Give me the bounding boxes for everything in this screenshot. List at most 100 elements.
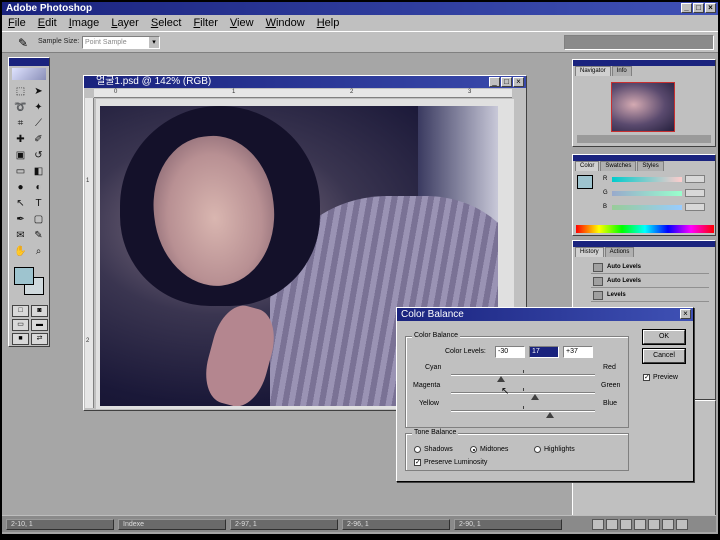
green-slider[interactable] xyxy=(612,190,682,196)
magenta-green-track[interactable] xyxy=(451,392,595,394)
tab-swatches[interactable]: Swatches xyxy=(600,161,637,171)
maximize-button[interactable]: □ xyxy=(693,3,704,13)
move-tool-icon[interactable]: ➤ xyxy=(30,84,47,99)
menu-view[interactable]: View xyxy=(230,17,254,29)
foreground-color-swatch[interactable] xyxy=(14,267,34,285)
menu-file[interactable]: File xyxy=(8,17,26,29)
path-select-icon[interactable]: ↖ xyxy=(12,196,29,211)
history-brush-icon[interactable]: ↺ xyxy=(30,148,47,163)
green-value-field[interactable] xyxy=(685,189,705,197)
cancel-button[interactable]: Cancel xyxy=(643,349,685,363)
cyan-red-track[interactable] xyxy=(451,374,595,376)
taskbar-item[interactable]: Indexe xyxy=(118,519,226,530)
yellow-blue-level-input[interactable]: +37 xyxy=(563,346,593,358)
color-panel-swatch[interactable] xyxy=(577,175,593,189)
gradient-tool-icon[interactable]: ◧ xyxy=(30,164,47,179)
tab-actions[interactable]: Actions xyxy=(604,247,635,257)
stamp-tool-icon[interactable]: ▣ xyxy=(12,148,29,163)
history-item[interactable]: Levels xyxy=(591,289,709,302)
marquee-tool-icon[interactable]: ⬚ xyxy=(12,84,29,99)
cyan-red-slider[interactable] xyxy=(497,376,506,382)
yellow-blue-track[interactable] xyxy=(451,410,595,412)
menu-filter[interactable]: Filter xyxy=(193,17,217,29)
close-icon[interactable]: × xyxy=(680,309,691,319)
zoom-tool-icon[interactable]: ⌕ xyxy=(30,244,47,259)
tab-styles[interactable]: Styles xyxy=(637,161,664,171)
menu-select[interactable]: Select xyxy=(151,17,182,29)
blue-value-field[interactable] xyxy=(685,203,705,211)
magic-wand-icon[interactable]: ✦ xyxy=(30,100,47,115)
dodge-tool-icon[interactable]: ◐ xyxy=(30,180,47,195)
menu-window[interactable]: Window xyxy=(266,17,305,29)
navigator-thumbnail[interactable] xyxy=(611,82,675,132)
blue-slider[interactable] xyxy=(612,204,682,210)
tray-icon[interactable] xyxy=(648,519,660,530)
magenta-green-slider[interactable] xyxy=(531,394,540,400)
healing-brush-icon[interactable]: ✚ xyxy=(12,132,29,147)
eyedropper-tool-icon[interactable]: ✎ xyxy=(30,228,47,243)
menu-layer[interactable]: Layer xyxy=(111,17,139,29)
document-title-bar[interactable]: 얼굴1.psd @ 142% (RGB) _ □ × xyxy=(84,76,526,88)
tray-icon[interactable] xyxy=(620,519,632,530)
ok-button[interactable]: OK xyxy=(643,330,685,344)
menu-edit[interactable]: Edit xyxy=(38,17,57,29)
tab-color[interactable]: Color xyxy=(575,161,600,171)
quickmask-mode-icon[interactable]: ◙ xyxy=(31,305,48,317)
type-tool-icon[interactable]: T xyxy=(30,196,47,211)
eraser-tool-icon[interactable]: ▭ xyxy=(12,164,29,179)
minimize-button[interactable]: _ xyxy=(681,3,692,13)
blur-tool-icon[interactable]: ● xyxy=(12,180,29,195)
tab-history[interactable]: History xyxy=(575,247,604,257)
screen-mode-2-icon[interactable]: ▬ xyxy=(31,319,48,331)
tray-icon[interactable] xyxy=(634,519,646,530)
highlights-radio[interactable]: Highlights xyxy=(534,446,575,453)
notes-tool-icon[interactable]: ✉ xyxy=(12,228,29,243)
navigator-zoom-slider[interactable] xyxy=(577,135,711,143)
standard-mode-icon[interactable]: □ xyxy=(12,305,29,317)
color-spectrum[interactable] xyxy=(576,225,714,233)
pen-tool-icon[interactable]: ✒ xyxy=(12,212,29,227)
yellow-blue-slider[interactable] xyxy=(545,412,554,418)
menu-help[interactable]: Help xyxy=(317,17,340,29)
toolbox-title-bar[interactable] xyxy=(9,58,49,66)
preview-checkbox[interactable]: ✓ Preview xyxy=(643,374,678,381)
tray-icon[interactable] xyxy=(662,519,674,530)
magenta-green-level-input[interactable]: 17 xyxy=(529,346,559,358)
ruler-label: 1 xyxy=(232,89,236,95)
slice-tool-icon[interactable]: ⟋ xyxy=(30,116,47,131)
tab-info[interactable]: Info xyxy=(611,66,632,76)
doc-maximize-button[interactable]: □ xyxy=(501,77,512,87)
tray-icon[interactable] xyxy=(606,519,618,530)
taskbar-item[interactable]: 2-97, 1 xyxy=(230,519,338,530)
midtones-radio[interactable]: Midtones xyxy=(470,446,508,453)
tray-icon[interactable] xyxy=(592,519,604,530)
red-slider[interactable] xyxy=(612,176,682,182)
screen-mode-3-icon[interactable]: ■ xyxy=(12,333,29,345)
taskbar-item[interactable]: 2-10, 1 xyxy=(6,519,114,530)
crop-tool-icon[interactable]: ⌗ xyxy=(12,116,29,131)
preserve-luminosity-checkbox[interactable]: ✓ Preserve Luminosity xyxy=(414,459,487,466)
history-item[interactable]: Auto Levels xyxy=(591,275,709,288)
taskbar-item[interactable]: 2-90, 1 xyxy=(454,519,562,530)
screen-mode-1-icon[interactable]: ▭ xyxy=(12,319,29,331)
dialog-title-bar[interactable]: Color Balance × xyxy=(397,308,693,321)
tray-icon[interactable] xyxy=(676,519,688,530)
eyedropper-icon[interactable]: ✎ xyxy=(16,36,30,50)
taskbar-item[interactable]: 2-96, 1 xyxy=(342,519,450,530)
lasso-tool-icon[interactable]: ➰ xyxy=(12,100,29,115)
tab-navigator[interactable]: Navigator xyxy=(575,66,611,76)
brush-tool-icon[interactable]: ✐ xyxy=(30,132,47,147)
menu-image[interactable]: Image xyxy=(69,17,100,29)
hand-tool-icon[interactable]: ✋ xyxy=(12,244,29,259)
red-value-field[interactable] xyxy=(685,175,705,183)
doc-close-button[interactable]: × xyxy=(513,77,524,87)
shadows-radio[interactable]: Shadows xyxy=(414,446,453,453)
sample-size-select[interactable]: Point Sample ▾ xyxy=(82,36,160,49)
cyan-red-level-input[interactable]: -30 xyxy=(495,346,525,358)
imageready-icon[interactable]: ⇄ xyxy=(31,333,48,345)
shape-tool-icon[interactable]: ▢ xyxy=(30,212,47,227)
palette-well[interactable] xyxy=(564,35,714,50)
history-item[interactable]: Auto Levels xyxy=(591,261,709,274)
doc-minimize-button[interactable]: _ xyxy=(489,77,500,87)
close-button[interactable]: × xyxy=(705,3,716,13)
